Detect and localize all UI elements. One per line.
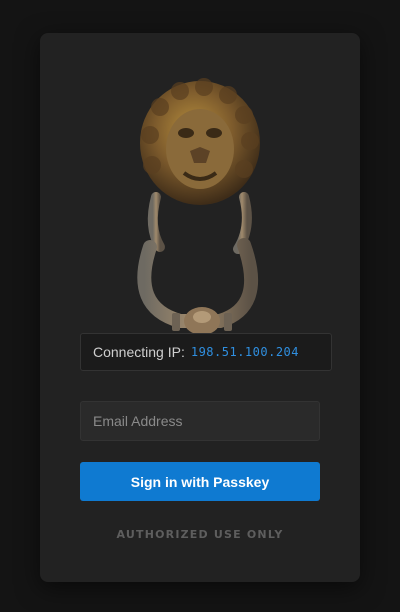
lion-door-knocker-image bbox=[137, 78, 260, 335]
ip-address-value: 198.51.100.204 bbox=[190, 345, 299, 359]
login-card: Connecting IP: 198.51.100.204 Sign in wi… bbox=[40, 33, 360, 582]
email-address-input[interactable] bbox=[80, 401, 320, 441]
ip-label: Connecting IP: bbox=[93, 344, 185, 360]
sign-in-with-passkey-button[interactable]: Sign in with Passkey bbox=[80, 462, 320, 501]
authorized-use-notice: AUTHORIZED USE ONLY bbox=[116, 528, 284, 541]
connecting-ip-box: Connecting IP: 198.51.100.204 bbox=[80, 333, 332, 371]
